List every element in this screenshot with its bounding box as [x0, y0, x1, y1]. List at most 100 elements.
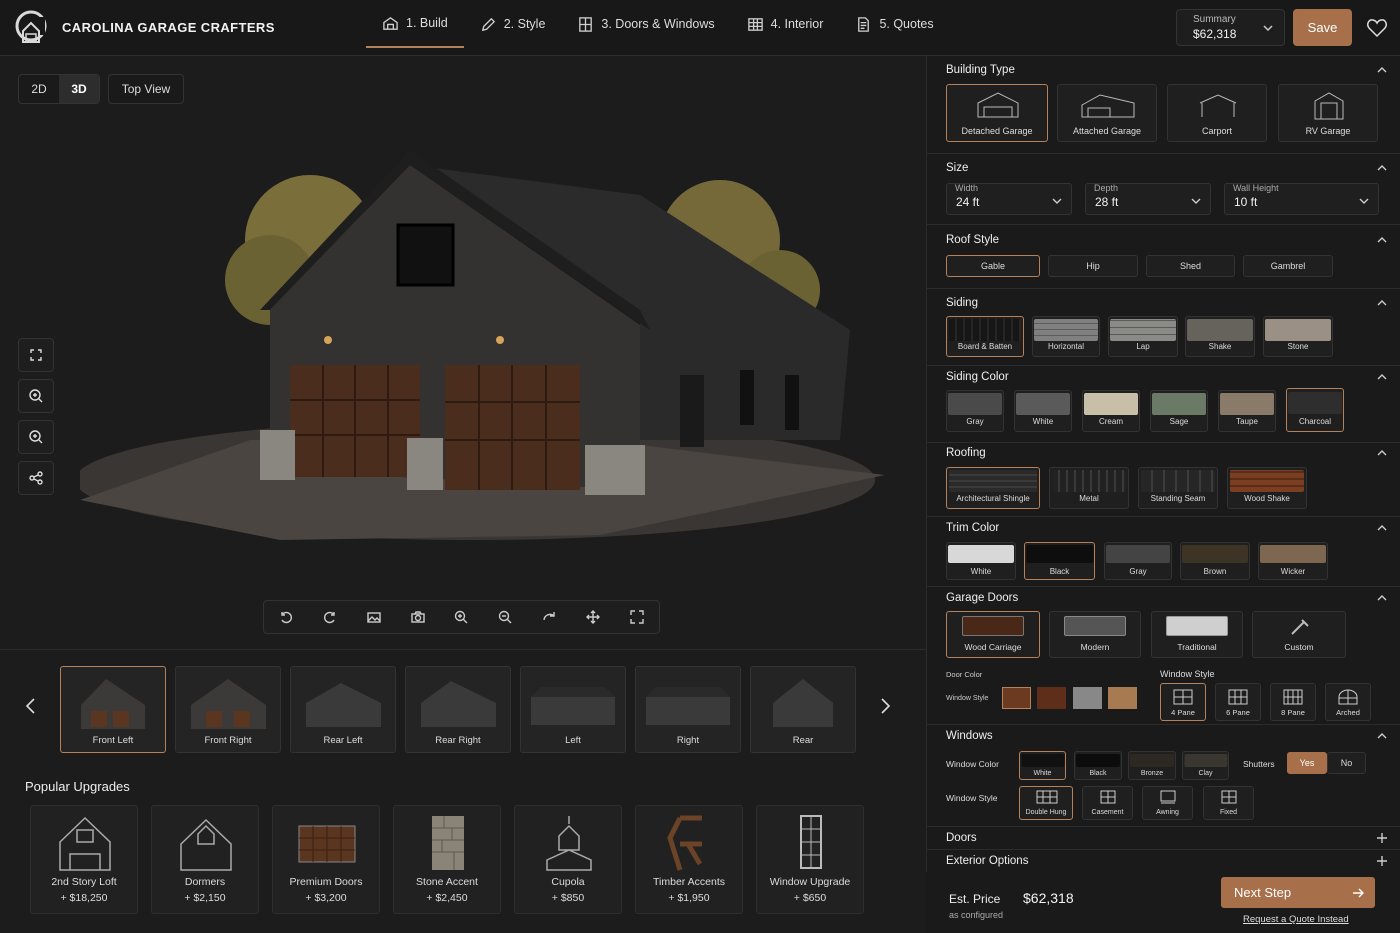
save-button[interactable]: Save	[1293, 9, 1352, 46]
trim-brown[interactable]: Brown	[1180, 542, 1250, 580]
zoom-in-button[interactable]	[18, 379, 54, 413]
share-button[interactable]	[18, 461, 54, 495]
tab-interior[interactable]: 4. Interior	[731, 0, 840, 48]
color-cream[interactable]: Cream	[1082, 390, 1140, 432]
summary-dropdown[interactable]: Summary $62,318	[1176, 9, 1285, 46]
trim-wicker[interactable]: Wicker	[1258, 542, 1328, 580]
siding-stone[interactable]: Stone	[1263, 316, 1333, 357]
request-quote-link[interactable]: Request a Quote Instead	[1243, 914, 1349, 925]
door-modern[interactable]: Modern	[1049, 611, 1141, 658]
heart-icon[interactable]	[1366, 17, 1388, 39]
roof-gable[interactable]: Gable	[946, 255, 1040, 277]
zoom-out-button[interactable]	[18, 420, 54, 454]
upgrade-card[interactable]: Window Upgrade + $650	[756, 805, 864, 914]
upgrade-card[interactable]: Stone Accent + $2,450	[393, 805, 501, 914]
image-icon[interactable]	[366, 610, 381, 624]
tab-quotes[interactable]: 5. Quotes	[839, 0, 949, 48]
move-icon[interactable]	[586, 610, 601, 624]
upgrade-card[interactable]: Dormers + $2,150	[151, 805, 259, 914]
section-exterior-options[interactable]: Exterior Options	[927, 850, 1400, 873]
thumb-rear-right[interactable]: Rear Right	[405, 666, 511, 753]
window-color-black[interactable]: Black	[1074, 751, 1122, 780]
view-2d-button[interactable]: 2D	[19, 75, 59, 103]
tab-doors-windows[interactable]: 3. Doors & Windows	[561, 0, 730, 48]
camera-icon[interactable]	[410, 610, 425, 624]
window-arched[interactable]: Arched	[1325, 683, 1371, 721]
upgrade-card[interactable]: Timber Accents + $1,950	[635, 805, 743, 914]
color-charcoal[interactable]: Charcoal	[1286, 388, 1344, 432]
window-color-bronze[interactable]: Bronze	[1128, 751, 1176, 780]
door-color-swatch[interactable]	[1073, 687, 1102, 709]
thumb-front-right[interactable]: Front Right	[175, 666, 281, 753]
siding-horizontal[interactable]: Horizontal	[1032, 316, 1100, 357]
undo-icon[interactable]	[279, 610, 293, 624]
depth-select[interactable]: Depth 28 ft	[1085, 183, 1211, 215]
door-traditional[interactable]: Traditional	[1151, 611, 1243, 658]
door-color-swatch[interactable]	[1108, 687, 1137, 709]
chevron-left-icon[interactable]	[22, 697, 40, 715]
option-detached-garage[interactable]: Detached Garage	[946, 84, 1048, 142]
zoom-in-icon[interactable]	[454, 610, 468, 624]
fit-view-button[interactable]	[18, 338, 54, 372]
chevron-up-icon[interactable]	[1377, 372, 1387, 382]
wall-height-select[interactable]: Wall Height 10 ft	[1224, 183, 1379, 215]
door-color-swatch[interactable]	[1037, 687, 1066, 709]
color-taupe[interactable]: Taupe	[1218, 390, 1276, 432]
option-carport[interactable]: Carport	[1167, 84, 1267, 142]
door-wood-carriage[interactable]: Wood Carriage	[946, 611, 1040, 658]
roofing-standing-seam[interactable]: Standing Seam	[1138, 467, 1218, 509]
style-casement[interactable]: Casement	[1082, 786, 1133, 820]
chevron-up-icon[interactable]	[1377, 523, 1387, 533]
window-color-white[interactable]: White	[1019, 751, 1066, 780]
next-step-button[interactable]: Next Step	[1221, 877, 1375, 908]
siding-board-batten[interactable]: Board & Batten	[946, 316, 1024, 357]
window-8-pane[interactable]: 8 Pane	[1270, 683, 1316, 721]
thumb-right[interactable]: Right	[635, 666, 741, 753]
thumb-front-left[interactable]: Front Left	[60, 666, 166, 753]
view-3d-button[interactable]: 3D	[59, 75, 99, 103]
trim-black[interactable]: Black	[1024, 542, 1095, 580]
window-6-pane[interactable]: 6 Pane	[1215, 683, 1261, 721]
chevron-up-icon[interactable]	[1377, 163, 1387, 173]
shutters-no-button[interactable]: No	[1327, 752, 1366, 774]
chevron-up-icon[interactable]	[1377, 731, 1387, 741]
window-4-pane[interactable]: 4 Pane	[1160, 683, 1206, 721]
trim-white[interactable]: White	[946, 542, 1016, 580]
chevron-up-icon[interactable]	[1377, 235, 1387, 245]
option-rv-garage[interactable]: RV Garage	[1278, 84, 1378, 142]
plus-icon[interactable]	[1377, 856, 1387, 866]
upgrade-card[interactable]: Cupola + $850	[514, 805, 622, 914]
thumb-rear[interactable]: Rear	[750, 666, 856, 753]
window-color-clay[interactable]: Clay	[1182, 751, 1229, 780]
siding-shake[interactable]: Shake	[1185, 316, 1255, 357]
tab-style[interactable]: 2. Style	[464, 0, 562, 48]
fullscreen-icon[interactable]	[630, 610, 644, 624]
plus-icon[interactable]	[1377, 833, 1387, 843]
trim-gray[interactable]: Gray	[1104, 542, 1172, 580]
color-white[interactable]: White	[1014, 390, 1072, 432]
color-sage[interactable]: Sage	[1150, 390, 1208, 432]
upgrade-card[interactable]: 2nd Story Loft + $18,250	[30, 805, 138, 914]
tab-build[interactable]: 1. Build	[366, 0, 464, 48]
width-select[interactable]: Width 24 ft	[946, 183, 1072, 215]
style-awning[interactable]: Awning	[1142, 786, 1193, 820]
chevron-up-icon[interactable]	[1377, 593, 1387, 603]
style-double-hung[interactable]: Double Hung	[1019, 786, 1073, 820]
style-fixed[interactable]: Fixed	[1203, 786, 1254, 820]
door-color-swatch[interactable]	[1002, 687, 1031, 709]
garage-3d-render[interactable]	[80, 140, 890, 560]
option-attached-garage[interactable]: Attached Garage	[1057, 84, 1157, 142]
roof-shed[interactable]: Shed	[1146, 255, 1235, 277]
siding-lap[interactable]: Lap	[1108, 316, 1178, 357]
door-custom[interactable]: Custom	[1252, 611, 1346, 658]
roofing-architectural[interactable]: Architectural Shingle	[946, 467, 1040, 509]
rotate-icon[interactable]	[542, 610, 556, 624]
roof-gambrel[interactable]: Gambrel	[1243, 255, 1333, 277]
thumb-left[interactable]: Left	[520, 666, 626, 753]
chevron-up-icon[interactable]	[1377, 448, 1387, 458]
roofing-wood-shake[interactable]: Wood Shake	[1227, 467, 1307, 509]
shutters-yes-button[interactable]: Yes	[1287, 752, 1327, 774]
roofing-metal[interactable]: Metal	[1049, 467, 1129, 509]
zoom-out-icon[interactable]	[498, 610, 512, 624]
chevron-up-icon[interactable]	[1377, 65, 1387, 75]
